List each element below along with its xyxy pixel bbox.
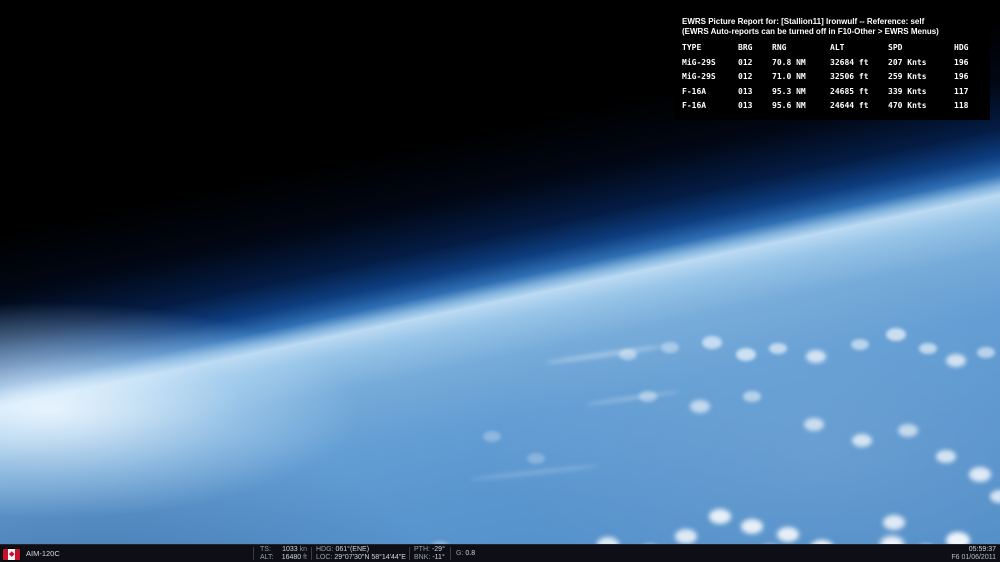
col-rng: RNG xyxy=(772,43,787,52)
g-load-section: G: 0.8 xyxy=(456,545,475,562)
speed-altitude-section: TS: 1033 kn ALT: 16480 ft xyxy=(260,546,307,562)
cell-brg: 012 xyxy=(738,57,753,67)
cell-alt: 24685 ft xyxy=(830,86,869,96)
cell-rng: 71.0 NM xyxy=(772,72,806,81)
cell-rng: 70.8 NM xyxy=(772,57,806,67)
loc-label: LOC: xyxy=(316,554,333,561)
table-row: F-16A 013 95.3 NM 24685 ft 339 Knts 117 xyxy=(682,85,982,100)
cell-hdg: 196 xyxy=(954,72,969,81)
location-readout: LOC: 29°07'30"N 58°14'44"E xyxy=(316,554,406,562)
table-row: F-16A 013 95.6 NM 24644 ft 470 Knts 118 xyxy=(682,99,982,114)
col-type: TYPE xyxy=(682,43,702,52)
mission-date: F6 01/06/2011 xyxy=(951,554,996,561)
tas-label: TS: xyxy=(260,546,271,553)
weapon-name: AIM-120C xyxy=(26,549,60,558)
heading-readout: HDG: 061°(ENE) xyxy=(316,546,406,554)
cell-type: F-16A xyxy=(682,86,707,96)
cell-hdg: 118 xyxy=(954,101,969,110)
cell-spd: 259 Knts xyxy=(888,72,927,81)
hdg-label: HDG: xyxy=(316,546,334,553)
pitch-bank-section: PTH: -29° BNK: -11° xyxy=(414,546,445,562)
time-date-section: 05:59:37 F6 01/06/2011 xyxy=(951,546,996,562)
cell-brg: 013 xyxy=(738,101,753,110)
tas-unit: kn xyxy=(299,546,307,553)
divider xyxy=(253,547,254,560)
status-left-group: AIM-120C xyxy=(3,545,60,562)
col-spd: SPD xyxy=(888,43,903,52)
cell-spd: 339 Knts xyxy=(888,86,927,96)
cell-type: F-16A xyxy=(682,101,707,110)
clouds-cluster xyxy=(0,0,16,9)
col-brg: BRG xyxy=(738,43,753,52)
divider xyxy=(409,547,410,560)
simulator-viewport: EWRS Picture Report for: [Stallion11] Ir… xyxy=(0,0,1000,562)
true-speed-readout: TS: 1033 kn xyxy=(260,546,307,554)
ewrs-report-panel: EWRS Picture Report for: [Stallion11] Ir… xyxy=(674,12,990,120)
cell-alt: 32684 ft xyxy=(830,57,869,67)
alt-label: ALT: xyxy=(260,554,274,561)
cell-spd: 207 Knts xyxy=(888,57,927,67)
cell-type: MiG-29S xyxy=(682,72,716,81)
alt-unit: ft xyxy=(303,554,307,561)
hdg-value: 061°(ENE) xyxy=(335,546,370,553)
maple-leaf-icon xyxy=(9,551,15,557)
cell-type: MiG-29S xyxy=(682,57,716,67)
heading-location-section: HDG: 061°(ENE) LOC: 29°07'30"N 58°14'44"E xyxy=(316,546,406,562)
col-alt: ALT xyxy=(830,43,845,52)
pitch-readout: PTH: -29° xyxy=(414,546,445,554)
ewrs-title: EWRS Picture Report for: [Stallion11] Ir… xyxy=(682,17,925,26)
altitude-readout: ALT: 16480 ft xyxy=(260,554,307,562)
cell-alt: 24644 ft xyxy=(830,101,869,110)
bank-readout: BNK: -11° xyxy=(414,554,445,562)
cell-rng: 95.3 NM xyxy=(772,86,806,96)
cell-brg: 013 xyxy=(738,86,753,96)
cell-rng: 95.6 NM xyxy=(772,101,806,110)
cell-hdg: 196 xyxy=(954,57,969,67)
status-bar: AIM-120C TS: 1033 kn ALT: 16480 ft HDG: 0… xyxy=(0,544,1000,562)
cell-spd: 470 Knts xyxy=(888,101,927,110)
bnk-label: BNK: xyxy=(414,554,431,561)
g-label: G: xyxy=(456,550,464,557)
divider xyxy=(450,547,451,560)
col-hdg: HDG xyxy=(954,43,969,52)
pth-value: -29° xyxy=(431,546,445,553)
cell-brg: 012 xyxy=(738,72,753,81)
tas-value: 1033 xyxy=(282,546,298,553)
bnk-value: -11° xyxy=(432,554,445,561)
ewrs-subtitle: (EWRS Auto-reports can be turned off in … xyxy=(682,27,939,36)
g-value: 0.8 xyxy=(465,550,476,557)
divider xyxy=(311,547,312,560)
country-flag-icon xyxy=(3,548,20,560)
cell-hdg: 117 xyxy=(954,86,969,96)
alt-value: 16480 xyxy=(281,554,302,561)
loc-value: 29°07'30"N 58°14'44"E xyxy=(334,554,406,561)
table-header: TYPE BRG RNG ALT SPD HDG xyxy=(682,41,982,56)
table-row: MiG-29S 012 71.0 NM 32506 ft 259 Knts 19… xyxy=(682,70,982,85)
table-row: MiG-29S 012 70.8 NM 32684 ft 207 Knts 19… xyxy=(682,56,982,71)
cell-alt: 32506 ft xyxy=(830,72,869,81)
pth-label: PTH: xyxy=(414,546,430,553)
ewrs-contacts-table: TYPE BRG RNG ALT SPD HDG MiG-29S 012 70.… xyxy=(682,41,982,114)
mission-time: 05:59:37 xyxy=(968,546,996,553)
